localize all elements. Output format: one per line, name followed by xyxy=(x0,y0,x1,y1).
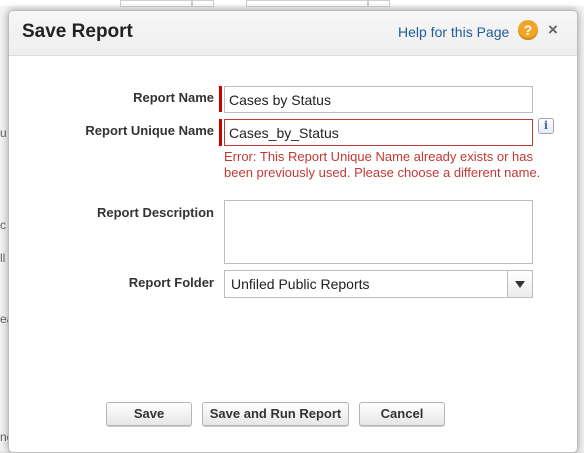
report-unique-name-label: Report Unique Name xyxy=(85,123,214,138)
background-field xyxy=(368,0,390,7)
background-field xyxy=(192,0,214,7)
report-folder-select[interactable]: Unfiled Public Reports xyxy=(224,270,533,298)
unique-name-error-message: Error: This Report Unique Name already e… xyxy=(224,149,541,180)
dialog-title: Save Report xyxy=(22,21,133,42)
report-folder-selected-value: Unfiled Public Reports xyxy=(231,276,370,292)
report-unique-name-input[interactable] xyxy=(224,119,533,146)
cancel-button[interactable]: Cancel xyxy=(359,402,445,426)
info-icon[interactable]: i xyxy=(538,118,554,134)
help-link[interactable]: Help for this Page xyxy=(398,24,509,40)
required-indicator xyxy=(219,86,222,112)
save-button[interactable]: Save xyxy=(106,402,192,426)
close-icon[interactable]: × xyxy=(546,21,560,38)
report-folder-label: Report Folder xyxy=(128,275,214,290)
background-field xyxy=(120,0,192,7)
required-indicator xyxy=(219,119,222,146)
dialog-header: Save Report Help for this Page ? × xyxy=(9,11,577,56)
report-name-label: Report Name xyxy=(133,90,214,105)
report-description-textarea[interactable] xyxy=(224,200,533,264)
help-question-icon[interactable]: ? xyxy=(518,20,538,40)
report-name-input[interactable] xyxy=(224,86,533,113)
report-description-label: Report Description xyxy=(96,205,214,220)
background-field xyxy=(246,0,368,7)
save-report-dialog: Save Report Help for this Page ? × Repor… xyxy=(8,10,578,453)
chevron-down-icon[interactable] xyxy=(507,271,532,297)
save-and-run-report-button[interactable]: Save and Run Report xyxy=(202,402,349,426)
